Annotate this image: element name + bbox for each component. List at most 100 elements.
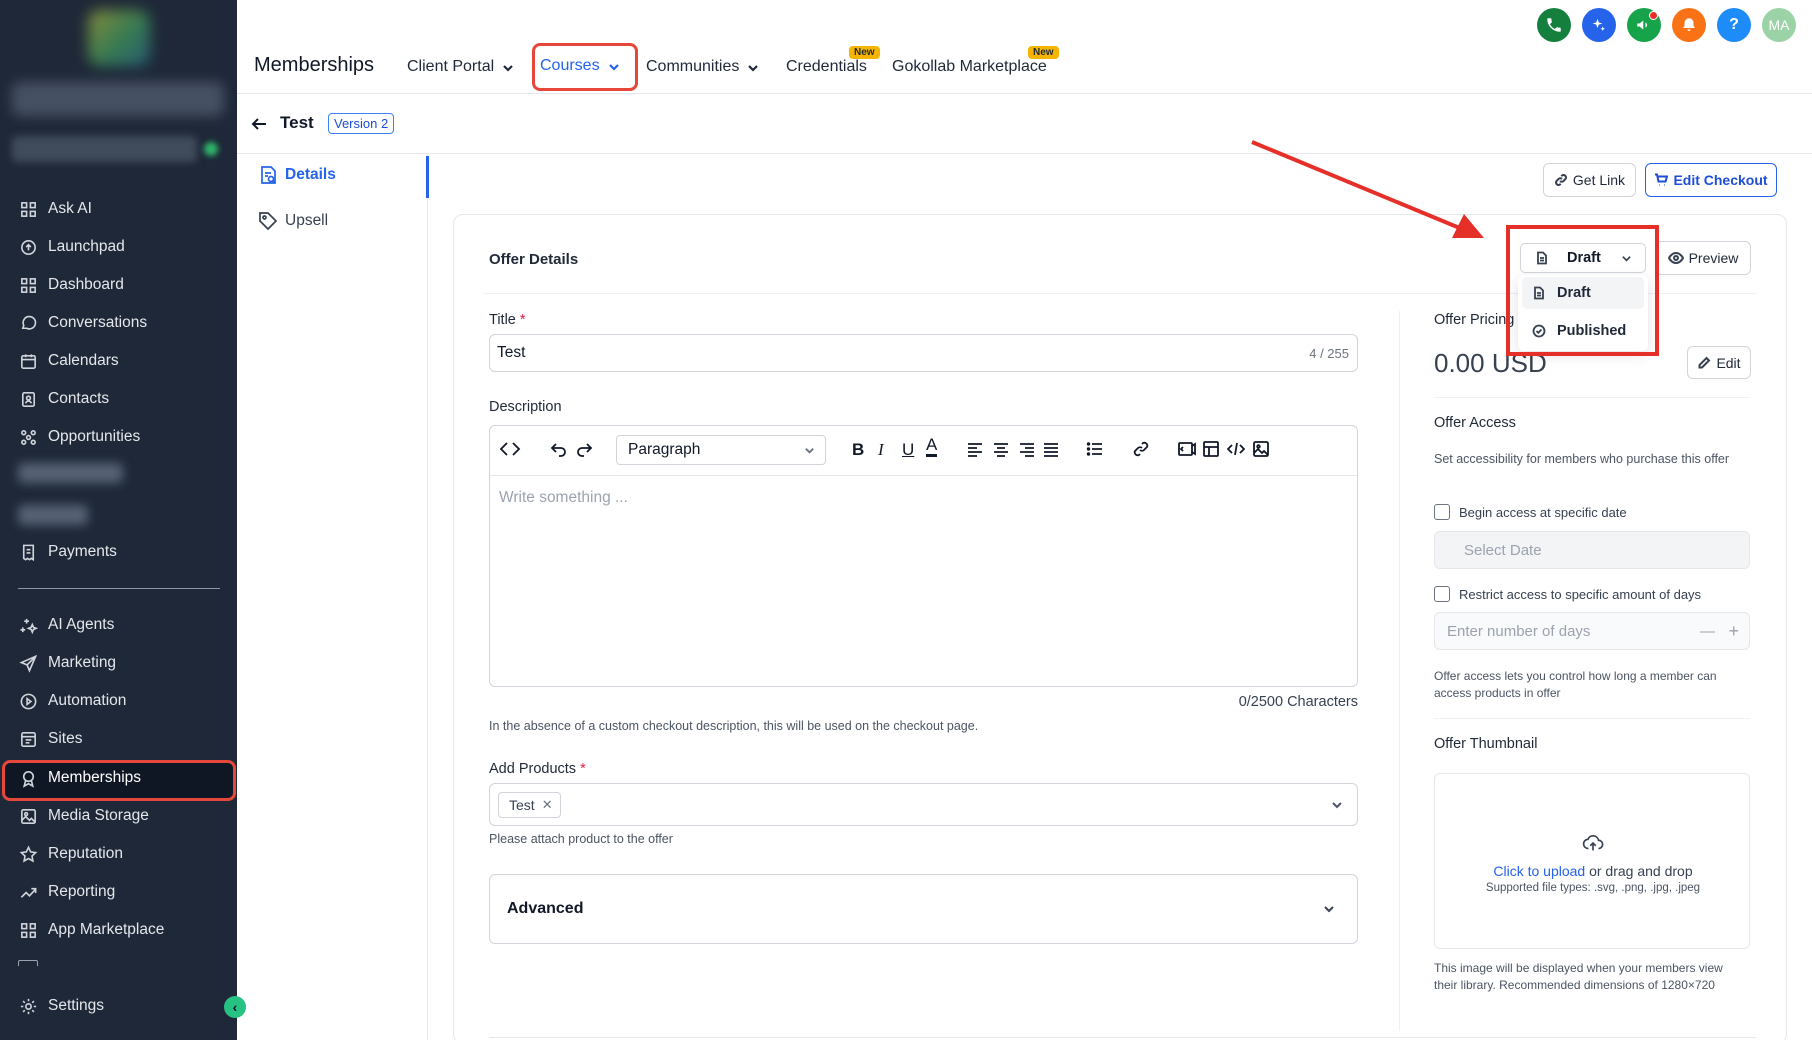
underline-button[interactable]: U [902, 440, 914, 460]
tab-courses[interactable]: Courses [540, 57, 620, 75]
rich-text-editor[interactable]: Paragraph B I U A Write something ... [489, 425, 1358, 687]
account-switcher[interactable] [12, 82, 224, 116]
sidebar-item-payments[interactable]: Payments [0, 534, 237, 570]
gear-icon [18, 996, 38, 1016]
redo-icon[interactable] [575, 440, 593, 458]
sidebar-item-label: Payments [48, 543, 117, 560]
align-left-icon[interactable] [966, 440, 984, 458]
avatar[interactable]: MA [1762, 8, 1796, 42]
products-select[interactable]: Test ✕ [489, 783, 1358, 826]
sparkles-icon [18, 615, 38, 635]
edit-checkout-button[interactable]: Edit Checkout [1645, 163, 1777, 197]
begin-access-checkbox[interactable] [1434, 504, 1450, 520]
sidebar-item-contacts[interactable]: Contacts [0, 381, 237, 417]
advanced-accordion[interactable]: Advanced [489, 874, 1358, 944]
button-label: Get Link [1572, 172, 1626, 188]
link-icon[interactable] [1132, 440, 1150, 458]
character-counter: 4 / 255 [1309, 345, 1349, 361]
sidebar-item-ask-ai[interactable]: Ask AI [0, 191, 237, 227]
sidebar-item-sites[interactable]: Sites [0, 721, 237, 757]
sidebar-item-marketing[interactable]: Marketing [0, 645, 237, 681]
company-logo [88, 10, 150, 66]
sidebar-item-hidden[interactable] [18, 505, 88, 525]
sidebar-item-label: Automation [48, 692, 127, 709]
bullet-list-icon[interactable] [1086, 440, 1104, 458]
help-icon[interactable]: ? [1717, 8, 1751, 42]
sidebar-item-label: Conversations [48, 314, 148, 331]
bell-icon[interactable] [1672, 8, 1706, 42]
nav-details[interactable]: Details [257, 164, 336, 186]
tab-gokollab-marketplace[interactable]: Gokollab Marketplace [892, 58, 1047, 76]
ai-sparkle-icon[interactable] [1582, 8, 1616, 42]
chat-bubble-icon [18, 313, 38, 333]
edit-pricing-button[interactable]: Edit [1687, 346, 1751, 379]
tab-communities[interactable]: Communities [646, 58, 759, 76]
tag-icon [259, 212, 278, 231]
cart-icon [1655, 173, 1669, 186]
select-value: Paragraph [628, 441, 701, 458]
embed-icon[interactable] [1176, 440, 1198, 458]
phone-icon[interactable] [1537, 8, 1571, 42]
text-color-button[interactable]: A [926, 436, 938, 457]
sidebar-search[interactable] [12, 136, 197, 162]
sidebar-item-settings[interactable]: Settings [0, 988, 237, 1024]
select-date-input[interactable]: Select Date [1434, 531, 1750, 569]
sidebar-item-launchpad[interactable]: Launchpad [0, 229, 237, 265]
tab-client-portal[interactable]: Client Portal [407, 58, 514, 76]
sidebar-item-automation[interactable]: Automation [0, 683, 237, 719]
sidebar-item-media-storage[interactable]: Media Storage [0, 798, 237, 834]
sidebar-item-dashboard[interactable]: Dashboard [0, 267, 237, 303]
align-justify-icon[interactable] [1042, 440, 1060, 458]
image-icon[interactable] [1252, 440, 1270, 458]
editor-placeholder: Write something ... [499, 489, 628, 506]
align-center-icon[interactable] [992, 440, 1010, 458]
top-navigation: Memberships Client Portal Courses Commun… [237, 0, 1812, 94]
thumbnail-upload-dropzone[interactable]: Click to upload or drag and drop Support… [1434, 773, 1750, 949]
table-icon[interactable] [1202, 440, 1220, 458]
sidebar-item-opportunities[interactable]: Opportunities [0, 419, 237, 455]
star-icon [18, 844, 38, 864]
button-label: Edit Checkout [1673, 172, 1768, 188]
sidebar-item-reporting[interactable]: Reporting [0, 874, 237, 910]
sidebar-divider [18, 588, 220, 589]
sidebar-item-hidden[interactable] [18, 463, 123, 483]
sidebar-item-label: Calendars [48, 352, 119, 369]
italic-button[interactable]: I [878, 440, 884, 460]
undo-icon[interactable] [550, 440, 568, 458]
sidebar-item-memberships[interactable]: Memberships [0, 760, 237, 796]
page-title: Test [280, 113, 314, 132]
title-input[interactable]: Test 4 / 255 [489, 334, 1358, 372]
divider [489, 1037, 1756, 1038]
block-style-select[interactable]: Paragraph [616, 435, 826, 465]
get-link-button[interactable]: Get Link [1543, 163, 1636, 197]
align-right-icon[interactable] [1018, 440, 1036, 458]
sidebar-item-label: Contacts [48, 390, 110, 407]
sidebar: Ask AI Launchpad Dashboard Conversations… [0, 0, 237, 1040]
increment-icon[interactable]: + [1728, 621, 1739, 642]
tab-credentials[interactable]: Credentials [786, 58, 867, 76]
days-number-input[interactable]: Enter number of days — + [1434, 612, 1750, 650]
back-arrow-icon[interactable] [249, 114, 269, 134]
nav-upsell[interactable]: Upsell [257, 210, 328, 232]
source-code-icon[interactable] [1227, 440, 1245, 458]
tab-label: Gokollab Marketplace [892, 58, 1047, 75]
preview-button[interactable]: Preview [1655, 241, 1751, 275]
restrict-days-checkbox[interactable] [1434, 586, 1450, 602]
version-badge[interactable]: Version 2 [328, 113, 395, 134]
decrement-icon[interactable]: — [1700, 623, 1715, 640]
sidebar-item-app-marketplace[interactable]: App Marketplace [0, 912, 237, 948]
send-icon [18, 653, 38, 673]
remove-chip-icon[interactable]: ✕ [542, 797, 553, 813]
quick-action-icon[interactable] [204, 142, 218, 156]
grid-icon [18, 920, 38, 940]
sidebar-item-calendars[interactable]: Calendars [0, 343, 237, 379]
click-to-upload-link[interactable]: Click to upload [1493, 863, 1585, 879]
sidebar-item-label: Ask AI [48, 200, 92, 217]
sidebar-item-ai-agents[interactable]: AI Agents [0, 607, 237, 643]
code-view-icon[interactable] [498, 440, 522, 458]
sidebar-item-reputation[interactable]: Reputation [0, 836, 237, 872]
bold-button[interactable]: B [852, 440, 864, 460]
sidebar-item-conversations[interactable]: Conversations [0, 305, 237, 341]
megaphone-icon[interactable] [1627, 8, 1661, 42]
nav-label: Upsell [285, 212, 329, 229]
